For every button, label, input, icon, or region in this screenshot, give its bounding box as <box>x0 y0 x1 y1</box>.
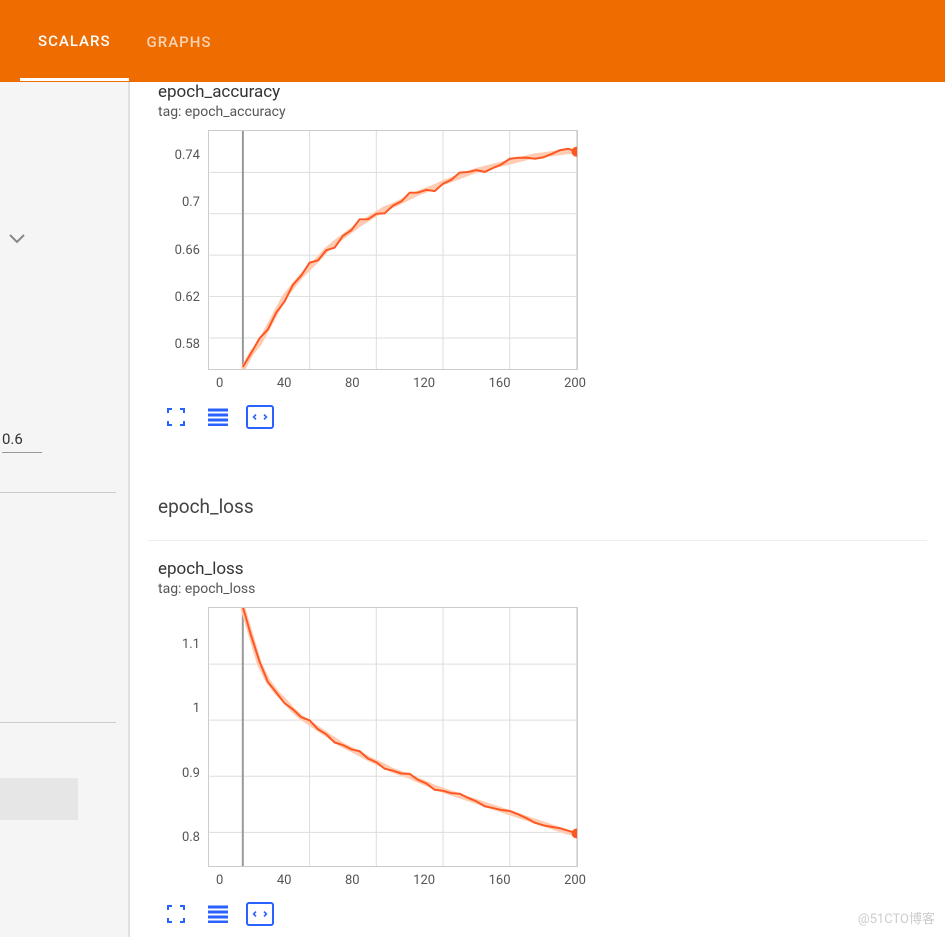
chart-title: epoch_accuracy <box>158 82 917 104</box>
x-tick: 120 <box>413 376 435 391</box>
x-tick: 40 <box>277 873 292 888</box>
x-tick: 160 <box>489 376 511 391</box>
x-tick: 40 <box>277 376 292 391</box>
chart-card-loss: epoch_loss tag: epoch_loss 1.1 1 0.9 0.8 0 4… <box>148 559 927 937</box>
expand-icon[interactable] <box>162 405 190 429</box>
list-icon[interactable] <box>204 405 232 429</box>
y-tick: 0.58 <box>158 337 200 352</box>
y-tick: 0.7 <box>158 195 200 210</box>
fit-screen-icon[interactable] <box>246 902 274 926</box>
chart-tag: tag: epoch_loss <box>158 581 917 607</box>
divider <box>0 722 116 723</box>
tab-scalars[interactable]: SCALARS <box>20 2 129 81</box>
x-tick: 200 <box>564 376 586 391</box>
x-tick: 0 <box>216 376 223 391</box>
y-tick: 0.62 <box>158 290 200 305</box>
chevron-down-icon[interactable] <box>8 230 26 249</box>
x-tick: 0 <box>216 873 223 888</box>
x-tick: 160 <box>489 873 511 888</box>
y-tick: 0.74 <box>158 148 200 163</box>
app-header: SCALARS GRAPHS <box>0 0 945 82</box>
chart-card-accuracy: epoch_accuracy tag: epoch_accuracy 0.740… <box>148 82 927 445</box>
x-axis-labels: 0 40 80 120 160 200 <box>158 370 586 391</box>
sidebar: 0.6 <box>0 82 130 937</box>
chart-toolbar <box>158 391 917 433</box>
y-tick: 0.66 <box>158 243 200 258</box>
x-axis-labels: 0 40 80 120 160 200 <box>158 867 586 888</box>
x-tick: 120 <box>413 873 435 888</box>
divider <box>0 492 116 493</box>
chart-tag: tag: epoch_accuracy <box>158 104 917 130</box>
fit-screen-icon[interactable] <box>246 405 274 429</box>
watermark: @51CTO博客 <box>858 908 935 927</box>
expand-icon[interactable] <box>162 902 190 926</box>
x-tick: 80 <box>345 376 360 391</box>
y-tick: 0.8 <box>158 830 200 845</box>
list-icon[interactable] <box>204 902 232 926</box>
section-title-loss[interactable]: epoch_loss <box>148 467 927 541</box>
y-tick: 0.9 <box>158 766 200 781</box>
tab-graphs[interactable]: GRAPHS <box>129 3 230 79</box>
chart-toolbar <box>158 888 917 930</box>
y-axis-labels: 0.74 0.7 0.66 0.62 0.58 <box>158 130 208 370</box>
sidebar-box <box>0 778 78 820</box>
y-tick: 1.1 <box>158 637 200 652</box>
x-tick: 80 <box>345 873 360 888</box>
x-tick: 200 <box>564 873 586 888</box>
chart-plot-accuracy[interactable] <box>208 130 578 370</box>
smoothing-input[interactable]: 0.6 <box>2 430 42 453</box>
y-tick: 1 <box>158 701 200 716</box>
chart-plot-loss[interactable] <box>208 607 578 867</box>
main-content: epoch_accuracy tag: epoch_accuracy 0.740… <box>130 82 945 937</box>
chart-title: epoch_loss <box>158 559 917 581</box>
y-axis-labels: 1.1 1 0.9 0.8 <box>158 607 208 867</box>
